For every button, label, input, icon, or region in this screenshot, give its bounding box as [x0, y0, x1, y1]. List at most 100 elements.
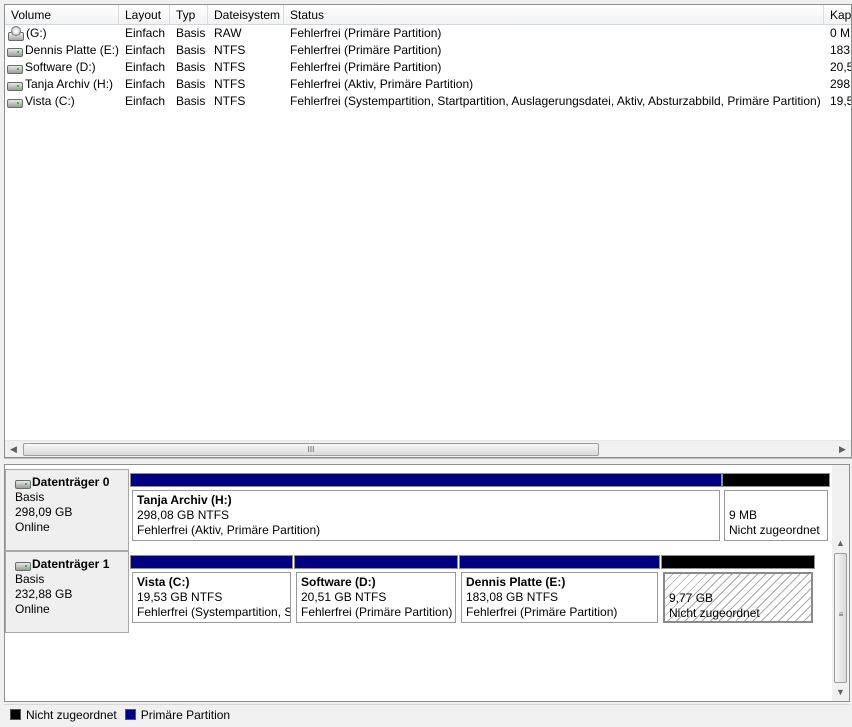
partition-size: 298,08 GB NTFS — [137, 508, 230, 522]
hard-drive-icon — [7, 97, 23, 108]
partition-status: Fehlerfrei (Primäre Partition) — [466, 605, 618, 619]
volume-cell: (G:) — [5, 25, 119, 42]
capacity-cell: 298 — [830, 77, 851, 91]
partition-size: 9 MB — [729, 508, 758, 522]
column-header-kapazitaet[interactable]: Kap — [824, 5, 851, 25]
legend-swatch — [10, 709, 21, 720]
partition-name: Vista (C:) — [137, 575, 190, 589]
layout-cell: Einfach — [125, 94, 166, 108]
disk-row-0: Datenträger 0 Basis 298,09 GB Online Tan… — [5, 469, 832, 551]
volume-list-header: Volume Layout Typ Dateisystem Status Kap — [5, 5, 851, 25]
scroll-grip-icon: ≡ — [838, 610, 844, 619]
hard-drive-icon — [7, 80, 23, 91]
column-header-typ[interactable]: Typ — [170, 5, 208, 25]
primary-partition-bar — [130, 555, 293, 569]
volume-name: (G:) — [26, 26, 47, 40]
volume-name: Vista (C:) — [25, 94, 75, 108]
disk-title: Datenträger 0 — [32, 475, 110, 489]
partition-body: Vista (C:) 19,53 GB NTFS Fehlerfrei (Sys… — [132, 572, 291, 623]
horizontal-scrollbar[interactable]: ◀ III ▶ — [5, 440, 851, 457]
scroll-right-arrow-icon[interactable]: ▶ — [834, 441, 851, 457]
partition-block[interactable]: Dennis Platte (E:) 183,08 GB NTFS Fehler… — [459, 555, 660, 625]
status-cell: Fehlerfrei (Primäre Partition) — [290, 43, 442, 57]
layout-cell: Einfach — [125, 77, 166, 91]
layout-cell: Einfach — [125, 26, 166, 40]
typ-cell: Basis — [176, 26, 206, 40]
typ-cell: Basis — [176, 94, 206, 108]
volume-name: Tanja Archiv (H:) — [25, 77, 114, 91]
partition-size: 183,08 GB NTFS — [466, 590, 559, 604]
table-row[interactable]: Tanja Archiv (H:) Einfach Basis NTFS Feh… — [5, 76, 851, 93]
disk-title: Datenträger 1 — [32, 557, 110, 571]
unallocated-block[interactable]: 9,77 GB Nicht zugeordnet — [661, 555, 815, 625]
filesystem-cell: RAW — [214, 26, 242, 40]
disk-state: Online — [15, 602, 50, 616]
scroll-up-arrow-icon[interactable]: ▲ — [832, 535, 849, 552]
disk-title-line: Datenträger 0 — [15, 475, 128, 490]
table-row[interactable]: Dennis Platte (E:) Einfach Basis NTFS Fe… — [5, 42, 851, 59]
volume-cell: Software (D:) — [5, 59, 119, 76]
partition-name — [669, 576, 807, 591]
partition-status: Fehlerfrei (Systempartition, S — [137, 605, 291, 619]
column-header-dateisystem[interactable]: Dateisystem — [208, 5, 284, 25]
partition-block[interactable]: Tanja Archiv (H:) 298,08 GB NTFS Fehlerf… — [130, 473, 722, 543]
legend-swatch — [124, 709, 136, 720]
status-cell: Fehlerfrei (Aktiv, Primäre Partition) — [290, 77, 474, 91]
volume-rows: (G:) Einfach Basis RAW Fehlerfrei (Primä… — [5, 25, 851, 110]
primary-partition-bar — [130, 473, 722, 487]
filesystem-cell: NTFS — [214, 94, 246, 108]
disk-label[interactable]: Datenträger 0 Basis 298,09 GB Online — [5, 469, 129, 551]
typ-cell: Basis — [176, 43, 206, 57]
hard-drive-icon — [15, 560, 31, 571]
partition-body: Software (D:) 20,51 GB NTFS Fehlerfrei (… — [296, 572, 456, 623]
volume-cell: Dennis Platte (E:) — [5, 42, 119, 59]
volume-list: Volume Layout Typ Dateisystem Status Kap… — [4, 4, 852, 458]
legend-item-primary: Primäre Partition — [124, 708, 230, 722]
partition-body: Dennis Platte (E:) 183,08 GB NTFS Fehler… — [461, 572, 658, 623]
primary-partition-bar — [294, 555, 458, 569]
table-row[interactable]: Vista (C:) Einfach Basis NTFS Fehlerfrei… — [5, 93, 851, 110]
hard-drive-icon — [7, 63, 23, 74]
table-row[interactable]: (G:) Einfach Basis RAW Fehlerfrei (Primä… — [5, 25, 851, 42]
volume-cell: Tanja Archiv (H:) — [5, 76, 119, 93]
column-header-status[interactable]: Status — [284, 5, 824, 25]
table-row[interactable]: Software (D:) Einfach Basis NTFS Fehlerf… — [5, 59, 851, 76]
unallocated-block[interactable]: 9 MB Nicht zugeordnet — [722, 473, 830, 543]
scroll-down-arrow-icon[interactable]: ▼ — [832, 684, 849, 701]
layout-cell: Einfach — [125, 60, 166, 74]
partition-status: Nicht zugeordnet — [669, 606, 760, 620]
typ-cell: Basis — [176, 77, 206, 91]
hard-drive-icon — [15, 478, 31, 489]
partition-size: 9,77 GB — [669, 591, 714, 605]
partition-block[interactable]: Software (D:) 20,51 GB NTFS Fehlerfrei (… — [294, 555, 458, 625]
hard-drive-icon — [7, 46, 23, 57]
disk-size: 232,88 GB — [15, 587, 73, 601]
partition-name: Software (D:) — [301, 575, 376, 589]
capacity-cell: 0 M — [830, 26, 851, 40]
vertical-scrollbar[interactable]: ▲ ≡ ▼ — [832, 465, 849, 701]
disk-row-1: Datenträger 1 Basis 232,88 GB Online Vis… — [5, 551, 832, 633]
status-cell: Fehlerfrei (Primäre Partition) — [290, 60, 442, 74]
partition-name — [729, 493, 823, 508]
partition-status: Fehlerfrei (Aktiv, Primäre Partition) — [137, 523, 321, 537]
cd-drive-icon — [7, 26, 24, 41]
horizontal-scroll-thumb[interactable]: III — [23, 443, 599, 456]
partition-size: 20,51 GB NTFS — [301, 590, 387, 604]
unallocated-bar — [661, 555, 815, 569]
disk-size: 298,09 GB — [15, 505, 73, 519]
filesystem-cell: NTFS — [214, 60, 246, 74]
primary-partition-bar — [459, 555, 660, 569]
disk-state: Online — [15, 520, 50, 534]
status-cell: Fehlerfrei (Primäre Partition) — [290, 26, 442, 40]
vertical-scroll-thumb[interactable]: ≡ — [834, 553, 847, 683]
unallocated-bar — [722, 473, 830, 487]
partition-name: Tanja Archiv (H:) — [137, 493, 232, 507]
partition-block[interactable]: Vista (C:) 19,53 GB NTFS Fehlerfrei (Sys… — [130, 555, 293, 625]
disk-label[interactable]: Datenträger 1 Basis 232,88 GB Online — [5, 551, 129, 633]
partition-size: 19,53 GB NTFS — [137, 590, 223, 604]
column-header-layout[interactable]: Layout — [119, 5, 170, 25]
layout-cell: Einfach — [125, 43, 166, 57]
partition-body: 9,77 GB Nicht zugeordnet — [663, 572, 813, 623]
column-header-volume[interactable]: Volume — [5, 5, 119, 25]
scroll-left-arrow-icon[interactable]: ◀ — [5, 441, 22, 457]
